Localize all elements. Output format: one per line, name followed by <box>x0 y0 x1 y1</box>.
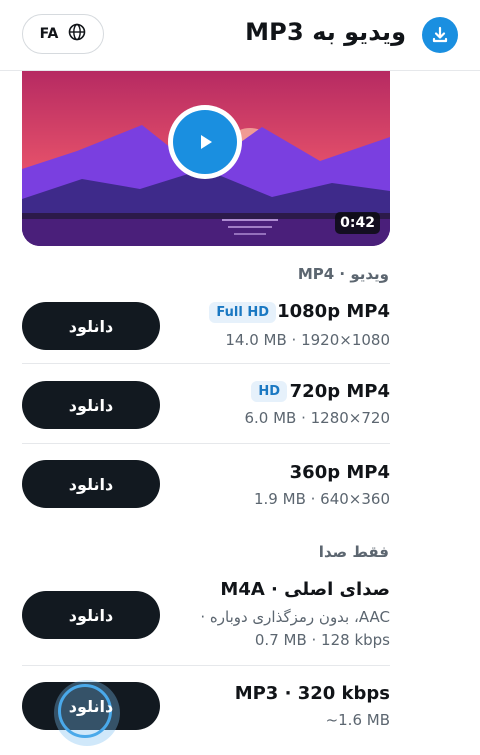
format-title: MP3 · 320 kbps <box>234 683 390 704</box>
format-meta: 6.0 MB · 1280×720 <box>244 409 390 427</box>
format-meta: 0.7 MB · 128 kbps <box>254 631 390 649</box>
header: ویدیو به MP3 FA <box>0 0 480 71</box>
download-button-720p[interactable]: دانلود <box>22 381 160 429</box>
download-button-m4a[interactable]: دانلود <box>22 591 160 639</box>
format-title: صدای اصلی · M4A <box>220 579 390 600</box>
language-label: FA <box>39 26 59 42</box>
video-duration: 0:42 <box>335 212 380 234</box>
play-button[interactable] <box>168 105 242 179</box>
format-title: 1080p MP4 <box>277 301 390 322</box>
app-title: ویدیو به MP3 <box>245 18 406 46</box>
section-title-audio: فقط صدا <box>318 543 389 561</box>
download-button-label: دانلود <box>68 696 114 716</box>
video-preview[interactable]: 0:42 <box>22 71 390 246</box>
download-icon <box>422 17 458 53</box>
format-meta: ~1.6 MB <box>325 711 390 729</box>
format-meta: 1.9 MB · 640×360 <box>254 490 390 508</box>
format-row-360p: دانلود 360p MP4 1.9 MB · 640×360 <box>22 444 390 524</box>
format-row-1080p: دانلود 1080p MP4 Full HD 14.0 MB · 1920×… <box>22 290 390 364</box>
download-button-1080p[interactable]: دانلود <box>22 302 160 350</box>
app-root: ویدیو به MP3 FA 0:42 ویدیو · MP4 دانلود … <box>0 0 480 755</box>
format-meta-codec: AAC، بدون رمزگذاری دوباره · <box>200 608 390 626</box>
format-meta: 14.0 MB · 1920×1080 <box>225 331 390 349</box>
format-row-m4a: دانلود صدای اصلی · M4A AAC، بدون رمزگذار… <box>22 570 390 666</box>
play-icon <box>201 135 212 149</box>
format-title: 720p MP4 <box>289 381 390 402</box>
format-title: 360p MP4 <box>289 462 390 483</box>
format-row-720p: دانلود 720p MP4 HD 6.0 MB · 1280×720 <box>22 364 390 444</box>
quality-badge: HD <box>251 381 287 402</box>
download-button-360p[interactable]: دانلود <box>22 460 160 508</box>
format-row-mp3: دانلود MP3 · 320 kbps ~1.6 MB <box>22 666 390 746</box>
quality-badge: Full HD <box>209 302 276 323</box>
language-button[interactable]: FA <box>22 14 104 54</box>
globe-icon <box>68 23 86 45</box>
download-button-mp3[interactable]: دانلود <box>22 680 160 746</box>
section-title-video: ویدیو · MP4 <box>297 265 389 283</box>
